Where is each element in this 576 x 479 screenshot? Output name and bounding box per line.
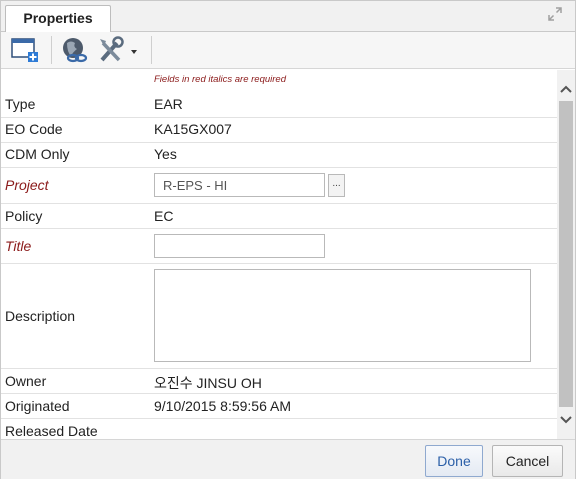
toolbar-separator bbox=[151, 36, 152, 64]
field-row-description: Description bbox=[1, 264, 557, 369]
title-label: Title bbox=[5, 238, 32, 254]
field-row-project: Project ... bbox=[1, 168, 557, 204]
field-row-title: Title bbox=[1, 229, 557, 264]
field-row-cdm-only: CDM Only Yes bbox=[1, 143, 557, 168]
toolbar bbox=[1, 32, 575, 69]
originated-value: 9/10/2015 8:59:56 AM bbox=[154, 398, 291, 414]
cancel-button[interactable]: Cancel bbox=[492, 445, 563, 477]
expand-icon[interactable] bbox=[547, 6, 563, 22]
cdm-only-value: Yes bbox=[154, 146, 177, 162]
scrollbar-thumb[interactable] bbox=[559, 101, 573, 407]
eo-code-value: KA15GX007 bbox=[154, 121, 232, 137]
globe-link-icon[interactable] bbox=[59, 35, 91, 65]
toolbar-separator bbox=[51, 36, 52, 64]
done-button[interactable]: Done bbox=[425, 445, 483, 477]
field-row-eo-code: EO Code KA15GX007 bbox=[1, 118, 557, 143]
scroll-up-arrow-icon[interactable] bbox=[557, 81, 575, 99]
description-textarea[interactable] bbox=[154, 269, 531, 362]
dialog-footer: Done Cancel bbox=[1, 439, 575, 479]
field-row-owner: Owner 오진수 JINSU OH bbox=[1, 369, 557, 394]
required-fields-note: Fields in red italics are required bbox=[154, 74, 287, 85]
eo-code-label: EO Code bbox=[5, 121, 63, 137]
field-row-originated: Originated 9/10/2015 8:59:56 AM bbox=[1, 394, 557, 419]
owner-value: 오진수 JINSU OH bbox=[154, 375, 262, 391]
type-value: EAR bbox=[154, 96, 183, 112]
description-label: Description bbox=[5, 308, 76, 324]
project-browse-button[interactable]: ... bbox=[328, 174, 345, 197]
properties-form: Fields in red italics are required Type … bbox=[1, 70, 557, 439]
type-label: Type bbox=[5, 96, 36, 112]
cdm-only-label: CDM Only bbox=[5, 146, 70, 162]
tools-icon[interactable] bbox=[97, 35, 141, 65]
field-row-policy: Policy EC bbox=[1, 204, 557, 229]
properties-window: Properties Fields in red italics are req… bbox=[0, 0, 576, 479]
field-row-type: Type EAR bbox=[1, 93, 557, 118]
tab-bar: Properties bbox=[1, 1, 575, 33]
project-input[interactable] bbox=[154, 173, 325, 197]
released-date-label: Released Date bbox=[5, 423, 98, 439]
policy-value: EC bbox=[154, 208, 174, 224]
new-window-icon[interactable] bbox=[10, 35, 40, 65]
scroll-down-arrow-icon[interactable] bbox=[557, 410, 575, 428]
tab-properties[interactable]: Properties bbox=[5, 5, 111, 33]
originated-label: Originated bbox=[5, 398, 70, 414]
project-label: Project bbox=[5, 177, 49, 193]
title-input[interactable] bbox=[154, 234, 325, 258]
owner-label: Owner bbox=[5, 373, 47, 389]
vertical-scrollbar[interactable] bbox=[557, 70, 575, 439]
field-row-released-date: Released Date bbox=[1, 419, 557, 439]
policy-label: Policy bbox=[5, 208, 43, 224]
